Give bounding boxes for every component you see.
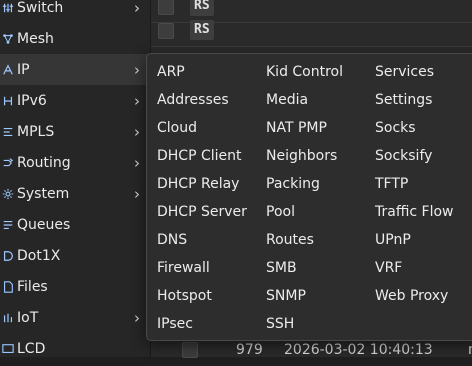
chevron-right-icon: › xyxy=(134,60,140,79)
sidebar-item-label: Switch xyxy=(17,0,64,16)
menu-item-neighbors[interactable]: Neighbors xyxy=(266,142,337,170)
menu-item-ssh[interactable]: SSH xyxy=(266,310,294,338)
menu-item-dhcp-relay[interactable]: DHCP Relay xyxy=(157,170,239,198)
menu-item-dns[interactable]: DNS xyxy=(157,226,187,254)
sidebar-item-ipv6[interactable]: IPv6 › xyxy=(0,85,150,116)
sidebar-item-lcd[interactable]: LCD xyxy=(0,333,150,364)
sidebar-item-label: IPv6 xyxy=(17,92,47,109)
file-icon xyxy=(2,279,14,295)
menu-item-snmp[interactable]: SNMP xyxy=(266,282,306,310)
sidebar-item-label: Files xyxy=(17,278,48,295)
menu-item-pool[interactable]: Pool xyxy=(266,198,295,226)
row-number: 979 xyxy=(236,342,263,358)
menu-item-dhcp-server[interactable]: DHCP Server xyxy=(157,198,247,226)
sidebar-item-label: LCD xyxy=(17,340,46,357)
sidebar-item-ip[interactable]: IP › xyxy=(0,54,150,85)
chevron-right-icon: › xyxy=(134,122,140,141)
menu-item-upnp[interactable]: UPnP xyxy=(375,226,411,254)
menu-item-routes[interactable]: Routes xyxy=(266,226,314,254)
sidebar-item-label: Dot1X xyxy=(17,247,61,264)
menu-item-cloud[interactable]: Cloud xyxy=(157,114,197,142)
menu-item-hotspot[interactable]: Hotspot xyxy=(157,282,212,310)
sidebar-item-label: Mesh xyxy=(17,30,54,47)
menu-item-services[interactable]: Services xyxy=(375,58,434,86)
sidebar-item-dot1x[interactable]: Dot1X xyxy=(0,240,150,271)
sidebar-item-label: System xyxy=(17,185,70,202)
ipv6-icon xyxy=(2,93,14,109)
sidebar-item-routing[interactable]: Routing › xyxy=(0,147,150,178)
sidebar-item-label: Queues xyxy=(17,216,71,233)
row-tag: RS xyxy=(190,20,214,40)
menu-item-settings[interactable]: Settings xyxy=(375,86,432,114)
menu-item-socks[interactable]: Socks xyxy=(375,114,416,142)
ip-icon xyxy=(2,62,14,78)
menu-item-socksify[interactable]: Socksify xyxy=(375,142,432,170)
routing-icon xyxy=(2,155,14,171)
sidebar: Switch › Mesh IP › IPv6 › MPLS › Routing… xyxy=(0,0,151,357)
chevron-right-icon: › xyxy=(134,308,140,327)
row-datetime: 2026-03-02 10:40:13 xyxy=(284,342,433,358)
sidebar-item-mpls[interactable]: MPLS › xyxy=(0,116,150,147)
sidebar-item-files[interactable]: Files xyxy=(0,271,150,302)
menu-item-ipsec[interactable]: IPsec xyxy=(157,310,193,338)
menu-item-dhcp-client[interactable]: DHCP Client xyxy=(157,142,242,170)
sidebar-item-iot[interactable]: IoT › xyxy=(0,302,150,333)
menu-item-arp[interactable]: ARP xyxy=(157,58,185,86)
dot1x-icon xyxy=(2,248,14,264)
chevron-right-icon: › xyxy=(134,153,140,172)
sidebar-item-label: IP xyxy=(17,61,30,78)
menu-item-addresses[interactable]: Addresses xyxy=(157,86,229,114)
sidebar-item-label: Routing xyxy=(17,154,71,171)
sidebar-item-label: IoT xyxy=(17,309,39,326)
lcd-icon xyxy=(2,341,14,357)
ip-submenu: ARP Addresses Cloud DHCP Client DHCP Rel… xyxy=(146,53,472,341)
gear-icon xyxy=(2,186,14,202)
menu-item-vrf[interactable]: VRF xyxy=(375,254,402,282)
menu-item-firewall[interactable]: Firewall xyxy=(157,254,210,282)
row-checkbox[interactable] xyxy=(158,23,174,39)
row-checkbox[interactable] xyxy=(158,0,174,15)
menu-item-packing[interactable]: Packing xyxy=(266,170,320,198)
menu-item-web-proxy[interactable]: Web Proxy xyxy=(375,282,448,310)
chevron-right-icon: › xyxy=(134,0,140,17)
table-row[interactable]: RS xyxy=(150,16,472,47)
menu-item-nat-pmp[interactable]: NAT PMP xyxy=(266,114,327,142)
sidebar-item-label: MPLS xyxy=(17,123,55,140)
sidebar-item-system[interactable]: System › xyxy=(0,178,150,209)
menu-item-traffic-flow[interactable]: Traffic Flow xyxy=(375,198,453,226)
row-tag: RS xyxy=(190,0,214,16)
mesh-icon xyxy=(2,31,14,47)
row-extra: n xyxy=(468,342,472,358)
sidebar-item-mesh[interactable]: Mesh xyxy=(0,23,150,54)
sidebar-item-switch[interactable]: Switch › xyxy=(0,0,150,23)
menu-item-tftp[interactable]: TFTP xyxy=(375,170,408,198)
chevron-right-icon: › xyxy=(134,91,140,110)
queues-icon xyxy=(2,217,14,233)
sidebar-item-queues[interactable]: Queues xyxy=(0,209,150,240)
menu-item-kid-control[interactable]: Kid Control xyxy=(266,58,343,86)
iot-icon xyxy=(2,310,14,326)
chevron-right-icon: › xyxy=(134,184,140,203)
switch-icon xyxy=(2,0,14,16)
mpls-icon xyxy=(2,124,14,140)
row-checkbox[interactable] xyxy=(182,342,198,358)
menu-item-smb[interactable]: SMB xyxy=(266,254,297,282)
menu-item-media[interactable]: Media xyxy=(266,86,308,114)
